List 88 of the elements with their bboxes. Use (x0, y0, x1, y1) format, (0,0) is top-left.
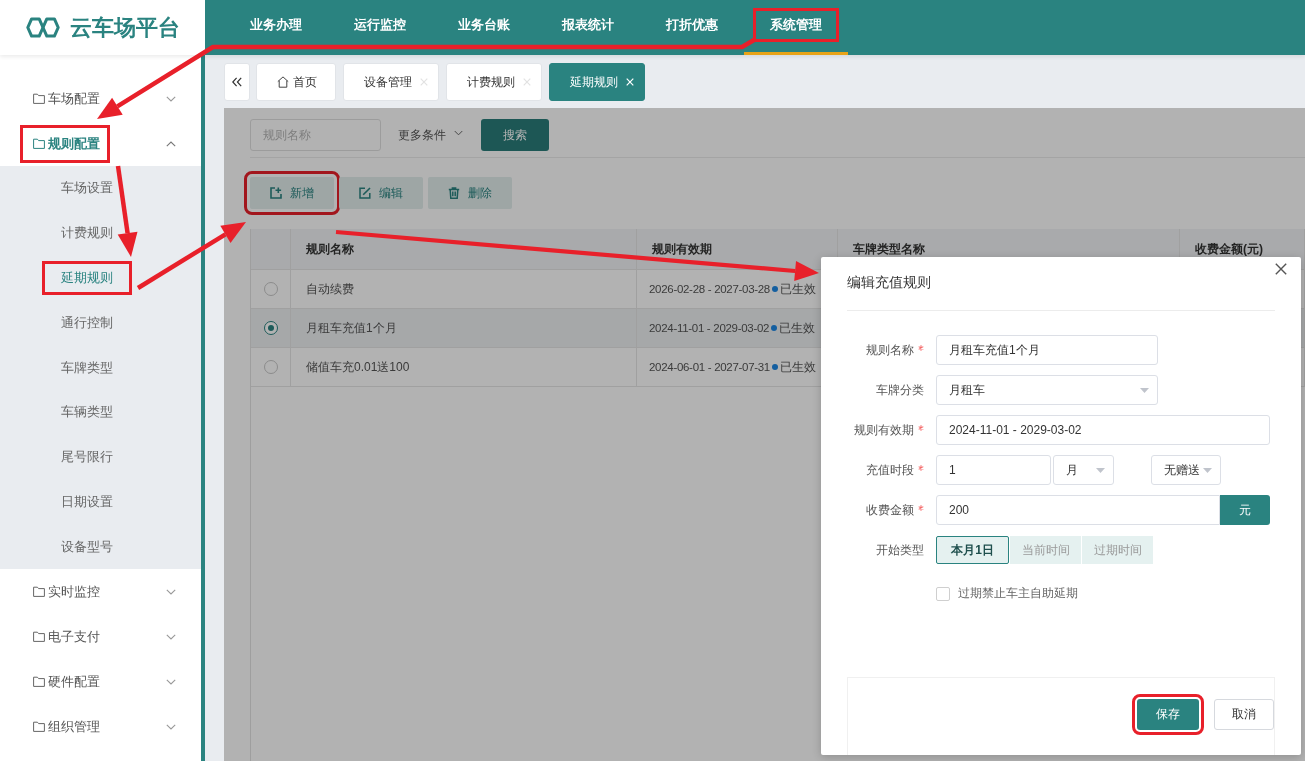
page-tab[interactable]: 计费规则 (446, 63, 542, 101)
trash-icon (448, 187, 460, 199)
date-range-text: 2024-06-01 - 2027-07-31 (649, 361, 770, 373)
chevron-up-icon (166, 140, 176, 147)
page-tab[interactable]: 设备管理 (343, 63, 439, 101)
folder-icon (33, 93, 45, 104)
cancel-button[interactable]: 取消 (1214, 699, 1274, 730)
column-header: 规则名称 (291, 229, 637, 270)
submenu-item[interactable]: 尾号限行 (0, 434, 201, 480)
radio-button[interactable] (263, 360, 278, 374)
more-filters-toggle[interactable]: 更多条件 (398, 126, 463, 144)
submenu-item[interactable]: 车辆类型 (0, 390, 201, 435)
unit-button[interactable]: 元 (1220, 495, 1270, 525)
dropdown-select[interactable]: 无赠送 (1151, 455, 1221, 485)
chevron-down-icon (166, 633, 176, 640)
home-icon (277, 76, 289, 88)
date-range-text: 2026-02-28 - 2027-03-28 (649, 283, 770, 295)
date-range-field[interactable]: 2024-11-01 - 2029-03-02 (936, 415, 1270, 445)
folder-icon (33, 721, 45, 733)
dropdown-select[interactable]: 月租车 (936, 375, 1158, 405)
submenu-item[interactable]: 日期设置 (0, 479, 201, 525)
submenu-item[interactable]: 设备型号 (0, 524, 201, 570)
nav-menu-item[interactable]: 打折优惠 (640, 0, 744, 55)
field-label: 规则名称 (866, 341, 914, 359)
input-field[interactable]: 月租车充值1个月 (936, 335, 1158, 365)
nav-menu-item[interactable]: 运行监控 (328, 0, 432, 55)
submenu-item[interactable]: 车场设置 (0, 166, 201, 211)
dropdown-select[interactable]: 月 (1053, 455, 1114, 485)
radio-button[interactable] (263, 321, 278, 335)
field-label: 规则有效期 (854, 421, 914, 439)
checkbox[interactable] (936, 586, 950, 601)
logo-text: 云车场平台 (70, 13, 180, 42)
page-tab[interactable]: 延期规则 (549, 63, 645, 101)
logo-icon (24, 17, 62, 38)
radio-button[interactable] (263, 282, 278, 296)
submenu-item[interactable]: 延期规则 (0, 255, 201, 301)
collapse-sidebar-button[interactable] (224, 63, 250, 101)
date-range-text: 2024-11-01 - 2029-03-02 (649, 322, 770, 334)
nav-menu-item[interactable]: 系统管理 (744, 0, 848, 55)
double-chevron-left-icon (232, 77, 242, 87)
chevron-down-icon (166, 678, 176, 685)
folder-icon (33, 586, 45, 598)
nav-menu-item[interactable]: 业务办理 (224, 0, 328, 55)
page-tab[interactable]: 首页 (256, 63, 336, 101)
toolbar-button[interactable]: 编辑 (339, 177, 423, 209)
status-text: 已生效 (780, 280, 816, 298)
sidebar-menu-item[interactable]: 规则配置 (0, 121, 201, 166)
chevron-down-icon (166, 588, 176, 595)
status-dot-icon (772, 286, 778, 292)
close-icon (1275, 263, 1287, 275)
segment-option[interactable]: 本月1日 (936, 536, 1009, 564)
table-cell: 储值车充0.01送100 (291, 348, 637, 387)
nav-menu-item[interactable]: 报表统计 (536, 0, 640, 55)
sidebar-menu-item[interactable]: 电子支付 (0, 614, 201, 660)
submenu-item[interactable]: 车牌类型 (0, 345, 201, 390)
submenu-item[interactable]: 计费规则 (0, 210, 201, 256)
field-label: 充值时段 (866, 461, 914, 479)
chevron-down-icon (166, 723, 176, 730)
dialog-title: 编辑充值规则 (847, 273, 931, 292)
add-icon (270, 187, 282, 199)
sidebar-menu-item[interactable]: 组织管理 (0, 704, 201, 750)
status-dot-icon (772, 364, 778, 370)
caret-icon (1203, 467, 1212, 473)
edit-icon (359, 187, 371, 199)
field-label: 开始类型 (876, 541, 924, 559)
sidebar-menu-item[interactable]: 硬件配置 (0, 659, 201, 705)
nav-menu-item[interactable]: 业务台账 (432, 0, 536, 55)
caret-icon (1140, 387, 1149, 393)
caret-icon (1096, 467, 1105, 473)
status-dot-icon (771, 325, 778, 331)
submenu-item[interactable]: 通行控制 (0, 300, 201, 346)
folder-icon (33, 676, 45, 688)
table-cell: 月租车充值1个月 (291, 309, 637, 348)
input-field[interactable]: 200 (936, 495, 1220, 525)
status-text: 已生效 (779, 319, 816, 337)
folder-icon (33, 138, 45, 149)
sidebar-menu-item[interactable]: 实时监控 (0, 569, 201, 615)
field-label: 收费金额 (866, 501, 914, 519)
sidebar-menu-item[interactable]: 车场配置 (0, 76, 201, 121)
status-text: 已生效 (780, 358, 816, 376)
folder-icon (33, 631, 45, 643)
field-label: 车牌分类 (876, 381, 924, 399)
chevron-down-icon (454, 130, 463, 136)
input-field[interactable]: 1 (936, 455, 1051, 485)
checkbox-label: 过期禁止车主自助延期 (958, 585, 1078, 602)
search-button[interactable]: 搜索 (481, 119, 549, 151)
toolbar-button[interactable]: 删除 (428, 177, 512, 209)
chevron-down-icon (166, 95, 176, 102)
